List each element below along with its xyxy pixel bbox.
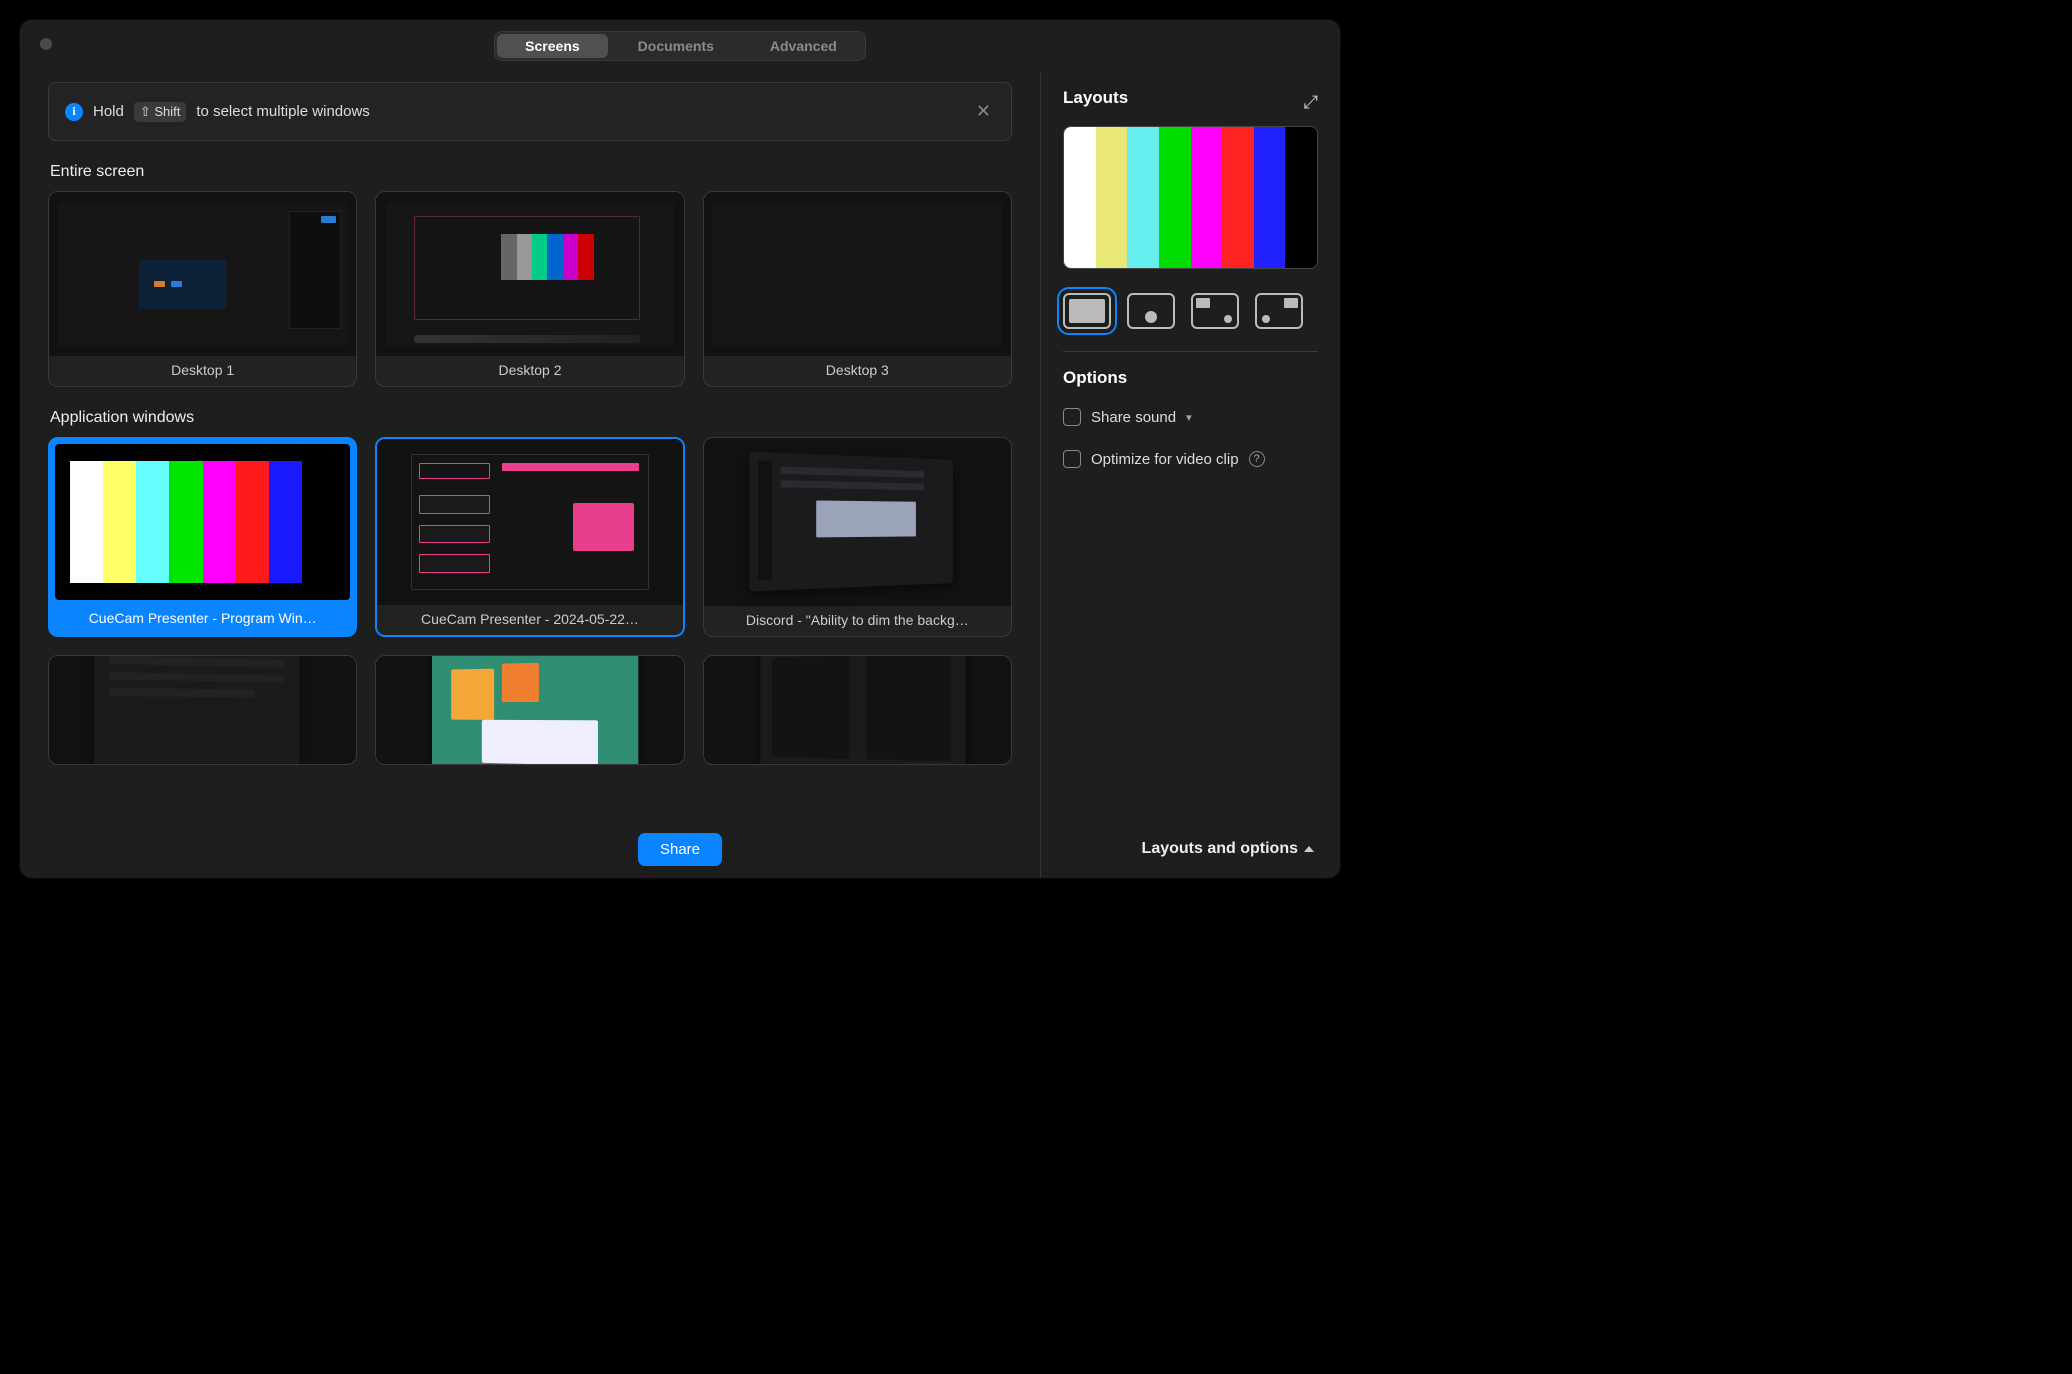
share-button[interactable]: Share [638,833,722,866]
desktop-2-label: Desktop 2 [376,356,683,386]
optimize-label: Optimize for video clip [1091,451,1239,468]
footer: Share Layouts and options [20,820,1340,878]
desktop-3-thumb [704,192,1011,356]
window-tile-cuecam-date[interactable]: CueCam Presenter - 2024-05-22… [375,437,684,637]
window-label-1: CueCam Presenter - Program Win… [51,604,354,634]
desktop-2-thumb [376,192,683,356]
tab-screens[interactable]: Screens [497,34,607,58]
body: i Hold ⇧ Shift to select multiple window… [20,72,1340,878]
desktop-1-thumb [49,192,356,356]
window-label-2: CueCam Presenter - 2024-05-22… [377,605,682,635]
tab-documents[interactable]: Documents [610,32,742,60]
layout-full-button[interactable] [1063,293,1111,329]
triangle-up-icon [1304,846,1314,852]
layout-choices [1063,293,1318,329]
layout-preview [1063,126,1318,269]
window-tile-discord[interactable]: Discord - "Ability to dim the backg… [703,437,1012,637]
window-tile-cuecam-program[interactable]: CueCam Presenter - Program Win… [48,437,357,637]
close-window-icon[interactable] [40,38,52,50]
layout-tile-left-button[interactable] [1191,293,1239,329]
mode-segmented-control: Screens Documents Advanced [494,31,866,61]
section-title-app-windows: Application windows [50,409,1012,427]
dismiss-info-icon[interactable]: ✕ [972,97,995,126]
window-thumb-1 [55,444,350,600]
app-windows-grid: CueCam Presenter - Program Win… C [48,437,1012,765]
expand-icon[interactable]: ⤢ [1304,92,1318,113]
optimize-video-option[interactable]: Optimize for video clip ? [1063,450,1318,468]
info-text-post: to select multiple windows [196,103,369,120]
tab-advanced[interactable]: Advanced [742,32,865,60]
desktop-tile-1[interactable]: Desktop 1 [48,191,357,387]
share-sound-label: Share sound [1091,409,1176,426]
info-text-pre: Hold [93,103,124,120]
window-thumb-2 [377,439,682,605]
window-label-3: Discord - "Ability to dim the backg… [704,606,1011,636]
divider [1063,351,1318,352]
window-thumb-5 [376,656,683,764]
entire-screen-grid: Desktop 1 Des [48,191,1012,387]
layouts-options-label: Layouts and options [1142,840,1298,858]
desktop-tile-3[interactable]: Desktop 3 [703,191,1012,387]
window-thumb-6 [704,656,1011,764]
info-bar: i Hold ⇧ Shift to select multiple window… [48,82,1012,141]
layout-tile-right-button[interactable] [1255,293,1303,329]
layout-presenter-small-button[interactable] [1127,293,1175,329]
section-title-entire-screen: Entire screen [50,163,1012,181]
layouts-options-toggle[interactable]: Layouts and options [1142,840,1314,858]
layouts-heading: Layouts [1063,88,1128,108]
window-tile-5[interactable] [375,655,684,765]
window-tile-6[interactable] [703,655,1012,765]
info-icon: i [65,103,83,121]
optimize-checkbox[interactable] [1063,450,1081,468]
titlebar: Screens Documents Advanced [20,20,1340,72]
window-tile-4[interactable] [48,655,357,765]
desktop-1-label: Desktop 1 [49,356,356,386]
sidebar: Layouts ⤢ Options Share sound [1040,72,1340,878]
desktop-3-label: Desktop 3 [704,356,1011,386]
share-window: Screens Documents Advanced i Hold ⇧ Shif… [20,20,1340,878]
help-icon[interactable]: ? [1249,451,1265,467]
window-thumb-4 [49,656,356,764]
window-controls [40,38,52,50]
window-thumb-3 [704,438,1011,606]
options-heading: Options [1063,368,1318,388]
desktop-tile-2[interactable]: Desktop 2 [375,191,684,387]
share-sound-option[interactable]: Share sound ▾ [1063,408,1318,426]
main-panel: i Hold ⇧ Shift to select multiple window… [20,72,1040,878]
shift-key-hint: ⇧ Shift [134,102,187,122]
chevron-down-icon[interactable]: ▾ [1186,411,1192,424]
share-sound-checkbox[interactable] [1063,408,1081,426]
